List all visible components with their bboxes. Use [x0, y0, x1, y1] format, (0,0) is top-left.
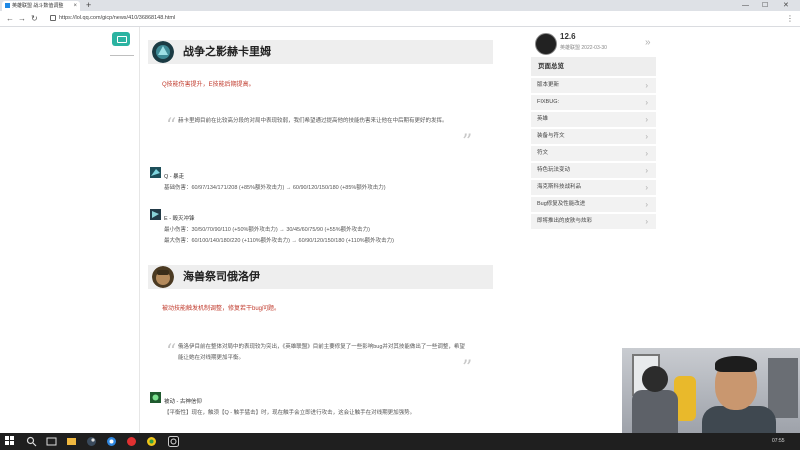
webcam-person-background: [632, 390, 678, 433]
chevron-right-icon: ›: [645, 217, 648, 226]
browser-tab[interactable]: 英雄联盟 战斗数值调整 ×: [2, 1, 80, 11]
back-icon[interactable]: ←: [6, 13, 14, 24]
app-icon[interactable]: [168, 436, 179, 447]
webcam-streamer-body: [702, 406, 776, 433]
url-text: https://lol.qq.com/gicp/news/410/3686814…: [59, 15, 176, 21]
side-divider: [110, 55, 134, 56]
toc-item[interactable]: 即将推出的皮肤与炫彩 ›: [531, 214, 656, 229]
toc-item[interactable]: Bug修复及性能改进 ›: [531, 197, 656, 212]
webcam-shelf: [768, 358, 798, 418]
author-avatar: [535, 33, 557, 55]
share-icon[interactable]: [112, 32, 130, 46]
tab-close-icon[interactable]: ×: [73, 1, 77, 11]
quote-close-icon: ”: [462, 129, 473, 153]
reload-icon[interactable]: ↻: [31, 13, 38, 24]
task-view-icon[interactable]: [46, 436, 57, 447]
chevron-right-icon: ›: [645, 115, 648, 124]
ability-stat-line: 基础伤害：60/97/134/171/208 (+85%额外攻击力) → 60/…: [164, 185, 386, 191]
toc-item-label: 特色玩法变动: [537, 167, 571, 173]
q-ability-icon: [150, 167, 161, 178]
toc-item-label: 英雄: [537, 116, 549, 122]
author-meta: 英雄联盟 2022-03-30: [560, 45, 607, 51]
chevron-right-icon: ›: [645, 132, 648, 141]
windows-start-icon[interactable]: [5, 436, 16, 447]
tab-title: 英雄联盟 战斗数值调整: [12, 3, 64, 9]
windows-taskbar: 07:55: [0, 433, 800, 450]
new-tab-button[interactable]: +: [86, 0, 91, 11]
content-left-border: [139, 27, 140, 433]
quote-close-icon: ”: [462, 355, 473, 379]
chevron-right-icon: ›: [645, 200, 648, 209]
toc-item-label: 即将推出的皮肤与炫彩: [537, 218, 593, 224]
chevron-right-icon: ›: [645, 98, 648, 107]
chevron-right-icon: ›: [645, 149, 648, 158]
browser-menu-icon[interactable]: ⋮: [786, 13, 794, 24]
webcam-streamer-hair: [715, 356, 757, 372]
designer-quote: 俄洛伊目前在整体对局中的表现较为突出，《英雄联盟》目前主要修复了一些影响bug并…: [178, 344, 465, 361]
url-field[interactable]: https://lol.qq.com/gicp/news/410/3686814…: [50, 13, 740, 24]
toc-item[interactable]: 符文 ›: [531, 146, 656, 161]
hecarim-avatar-icon: [152, 41, 174, 63]
author-card[interactable]: 12.6 英雄联盟 2022-03-30 »: [533, 31, 657, 57]
toc-item-label: FIXBUG:: [537, 99, 560, 105]
minimize-button[interactable]: —: [742, 0, 749, 11]
browser-icon[interactable]: [106, 436, 117, 447]
search-icon[interactable]: [26, 436, 37, 447]
ability-name: Q - 暴走: [164, 174, 185, 180]
toc-item[interactable]: FIXBUG: ›: [531, 95, 656, 110]
webcam-person-background-head: [642, 366, 668, 392]
webcam-overlay: [622, 348, 800, 433]
toc-item[interactable]: 海克斯科技战利品 ›: [531, 180, 656, 195]
toc-item[interactable]: 英雄 ›: [531, 112, 656, 127]
passive-ability-icon: [150, 392, 161, 403]
double-chevron-icon[interactable]: »: [645, 37, 651, 48]
netease-icon[interactable]: [126, 436, 137, 447]
maximize-button[interactable]: ☐: [762, 0, 768, 11]
quote-open-icon: “: [166, 113, 177, 137]
ability-stat-line: 最小伤害：30/50/70/90/110 (+50%额外攻击力) → 30/45…: [164, 227, 370, 233]
toc-item-label: 海克斯科技战利品: [537, 184, 582, 190]
table-of-contents: 页面总览 版本更新 › FIXBUG: › 英雄 › 装备与符文 › 符文 › 特色玩法变…: [531, 57, 656, 229]
chevron-right-icon: ›: [645, 81, 648, 90]
game-icon[interactable]: [146, 436, 157, 447]
e-ability-icon: [150, 209, 161, 220]
ability-stat-line: 【平衡性】现在，触须【Q - 触手猛击】时，现在触手会立即进行攻击，这会让触手在…: [164, 410, 416, 416]
hero-change-note: 被动技能触发机制调整，修复若干bug问题。: [162, 306, 281, 312]
toc-item[interactable]: 装备与符文 ›: [531, 129, 656, 144]
toc-item[interactable]: 特色玩法变动 ›: [531, 163, 656, 178]
toc-item-label: Bug修复及性能改进: [537, 201, 586, 207]
tab-favicon-icon: [5, 3, 10, 9]
file-explorer-icon[interactable]: [66, 436, 77, 447]
hero-name: 战争之影赫卡里姆: [183, 46, 271, 58]
illaoi-avatar-icon: [152, 266, 174, 288]
chevron-right-icon: ›: [645, 183, 648, 192]
toc-title: 页面总览: [531, 57, 656, 76]
toc-item-label: 符文: [537, 150, 549, 156]
address-bar-row: ← → ↻ https://lol.qq.com/gicp/news/410/3…: [0, 11, 800, 27]
steam-icon[interactable]: [86, 436, 97, 447]
tray-clock: 07:55: [772, 438, 785, 444]
hero-header-hecarim: 战争之影赫卡里姆: [148, 40, 493, 64]
browser-tab-bar: 英雄联盟 战斗数值调整 × + — ☐ ✕: [0, 0, 800, 11]
toc-item-label: 装备与符文: [537, 133, 565, 139]
ability-name: E - 毁灭冲锋: [164, 216, 195, 222]
author-name: 12.6: [560, 32, 576, 41]
hero-change-note: Q技能伤害提升，E技能后期提高。: [162, 82, 255, 88]
chevron-right-icon: ›: [645, 166, 648, 175]
hero-name: 海兽祭司俄洛伊: [183, 271, 260, 283]
forward-icon[interactable]: →: [18, 13, 26, 24]
toc-item-label: 版本更新: [537, 82, 560, 88]
ability-stat-line: 最大伤害：60/100/140/180/220 (+110%额外攻击力) → 6…: [164, 238, 394, 244]
quote-open-icon: “: [166, 339, 177, 363]
hero-header-illaoi: 海兽祭司俄洛伊: [148, 265, 493, 289]
lock-icon: [50, 14, 56, 21]
toc-item[interactable]: 版本更新 ›: [531, 78, 656, 93]
designer-quote: 赫卡里姆目前在比较高分段的对局中表现较弱，我们希望通过提高他的技能伤害来让他在中…: [178, 118, 448, 124]
ability-name: 被动 - 古神信仰: [164, 399, 202, 405]
close-window-button[interactable]: ✕: [783, 0, 789, 11]
